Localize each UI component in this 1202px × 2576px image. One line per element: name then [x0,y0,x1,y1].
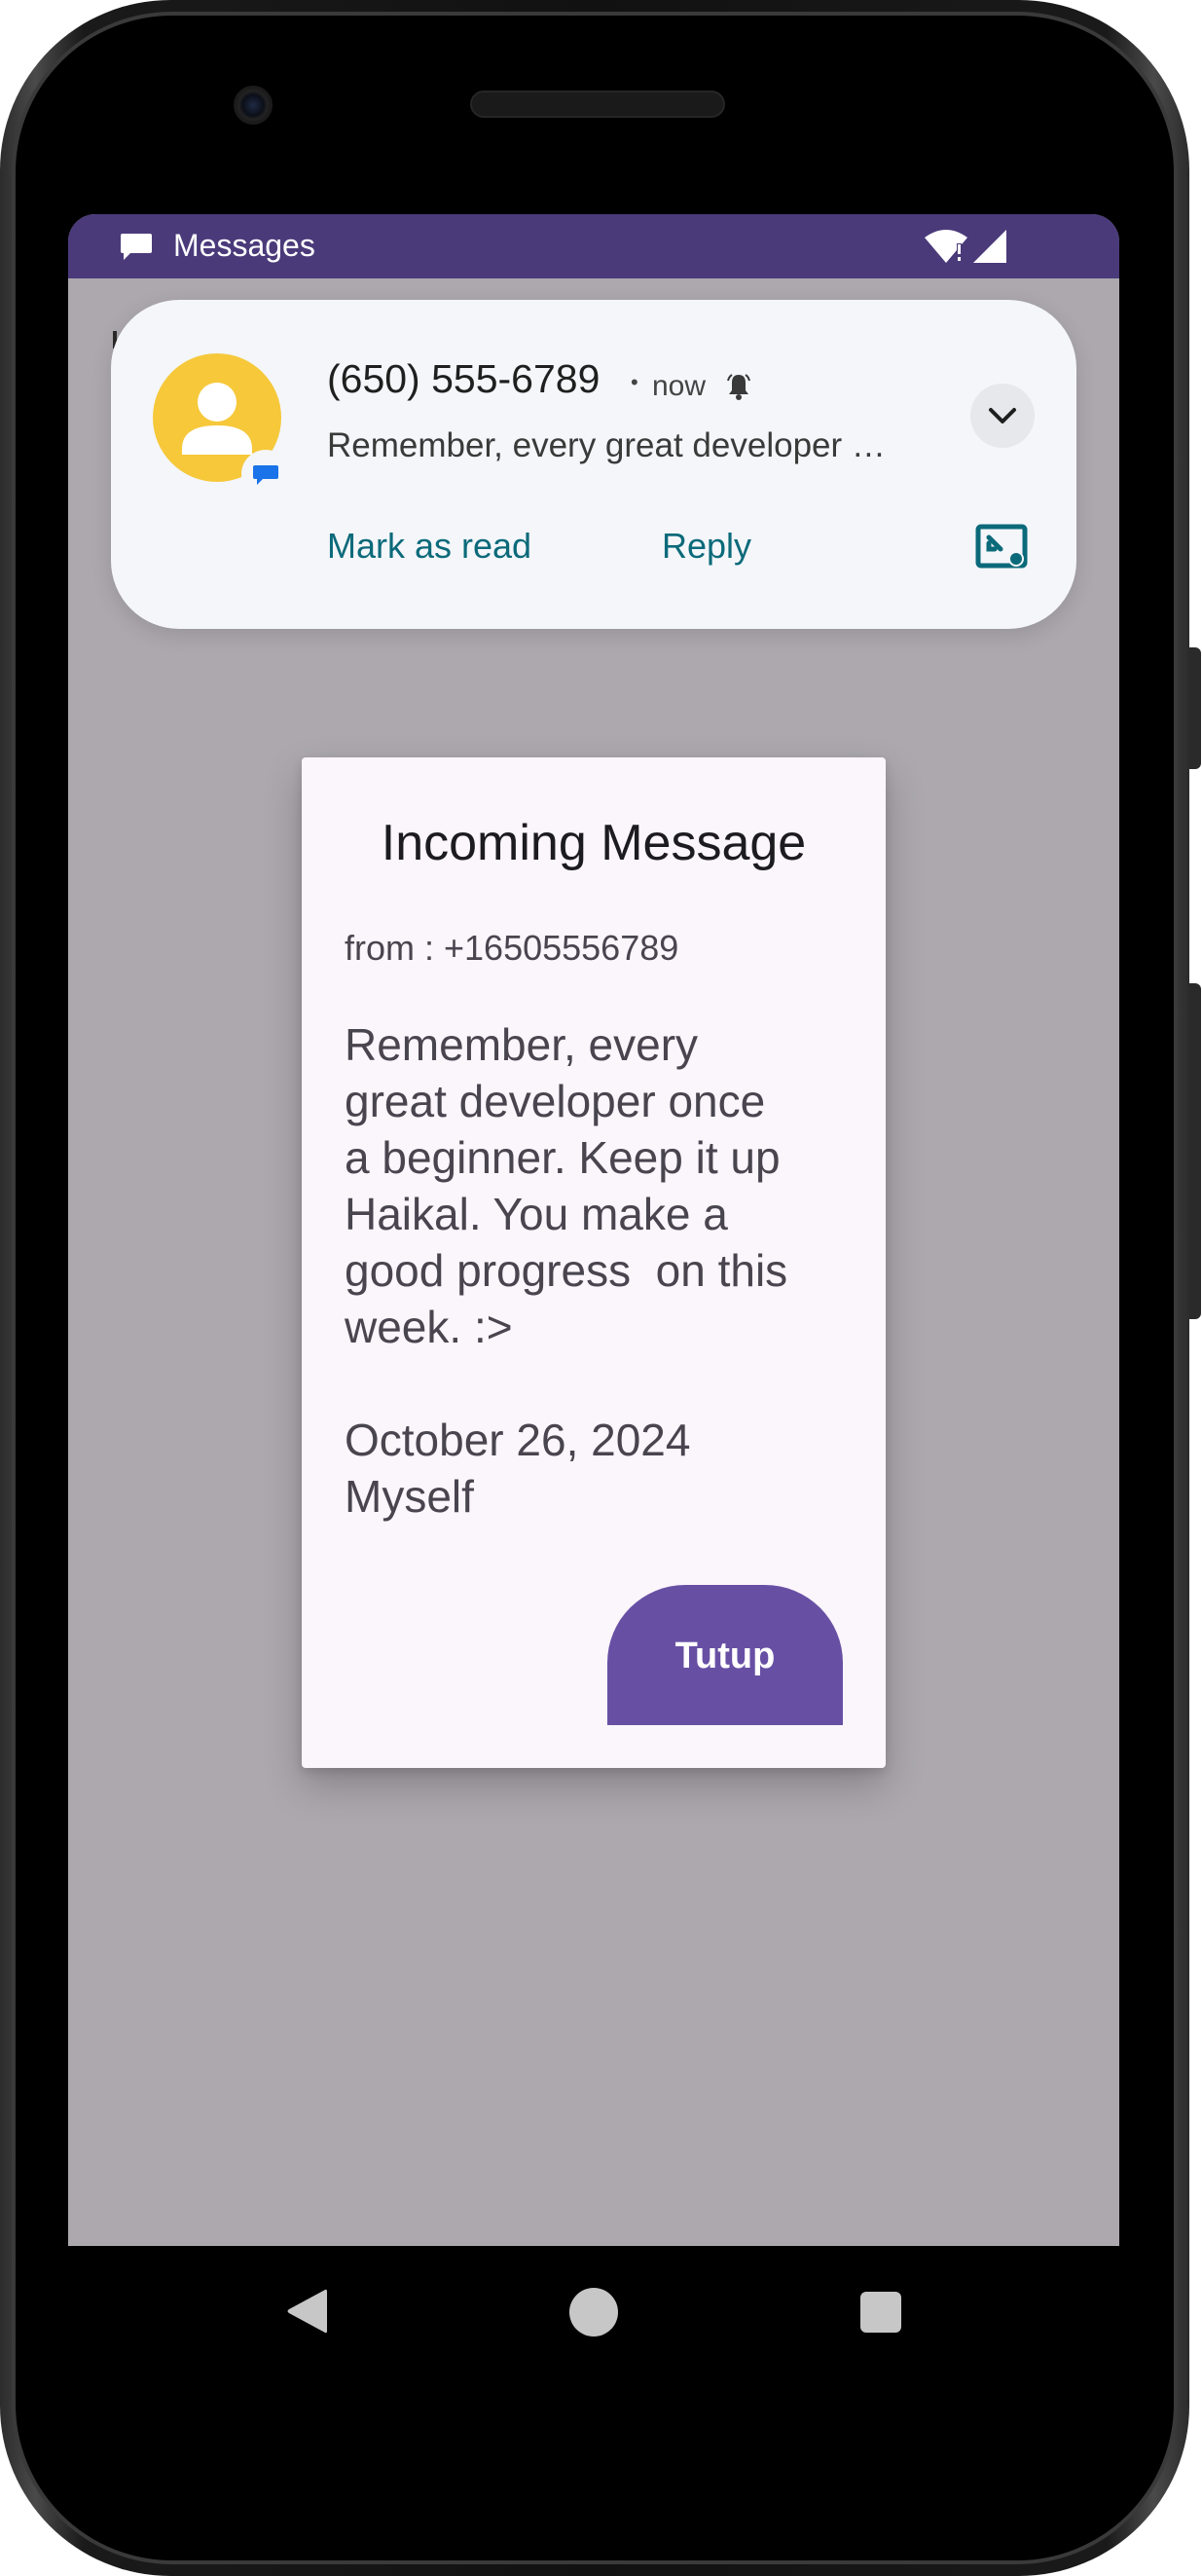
incoming-message-dialog: Incoming Message from : +16505556789 Rem… [302,757,886,1768]
front-camera [234,86,273,125]
heads-up-notification[interactable]: (650) 555-6789 • now Remember, every gre… [111,300,1076,629]
bell-icon [727,374,750,400]
phone-frame: Messages (650) 555-6789 • now Remember, … [0,0,1202,2576]
volume-button [1189,983,1201,1319]
power-button [1189,647,1201,769]
close-button[interactable]: Tutup [607,1585,843,1725]
close-button-label: Tutup [674,1636,776,1676]
status-app-label: Messages [173,228,315,263]
open-bubble-icon[interactable] [975,524,1028,570]
wifi-icon [925,230,967,263]
mark-as-read-button[interactable]: Mark as read [327,526,531,567]
screen: Messages (650) 555-6789 • now Remember, … [68,214,1119,2246]
back-icon[interactable] [284,2286,329,2337]
earpiece-speaker [470,91,725,118]
expand-button[interactable] [970,384,1035,448]
dialog-signature: Myself [345,1471,474,1522]
notification-separator: • [631,370,638,394]
notification-preview: Remember, every great developer … [327,426,886,464]
dialog-title: Incoming Message [381,815,807,871]
dialog-sender: from : +16505556789 [345,928,679,968]
dialog-date: October 26, 2024 [345,1415,691,1465]
notification-time: now [652,370,707,402]
notification-sender: (650) 555-6789 [327,356,601,401]
cell-signal-icon [973,230,1006,263]
chevron-down-icon [989,408,1016,423]
reply-button[interactable]: Reply [662,526,751,567]
messages-badge-icon [241,450,290,498]
dialog-message-body: Remember, every great developer once a b… [345,1019,788,1352]
messages-app-icon [121,234,152,260]
home-icon[interactable] [569,2288,618,2337]
status-bar: Messages [68,214,1119,278]
recents-icon[interactable] [860,2292,901,2333]
